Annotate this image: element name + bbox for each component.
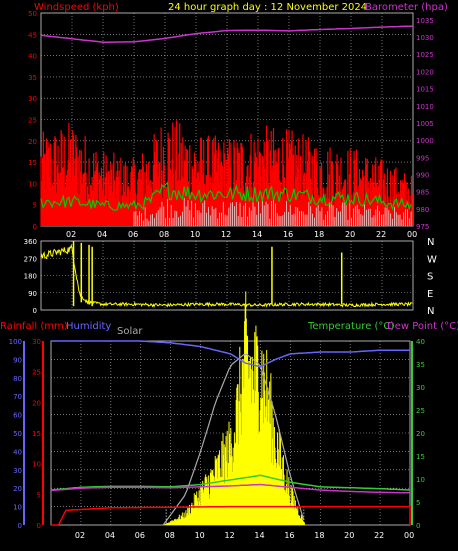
direction-panel: 090180270360 NWSEN [24,237,437,317]
barometer-y-tick: 995 [416,154,429,162]
rain-y-tick: 10 [32,461,41,469]
barometer-y-tick: 985 [416,189,429,197]
wind-panel: 0510152025303540455097598098599099510001… [28,10,434,239]
barometer-y-tick: 1015 [416,86,434,94]
humidity-y-tick: 20 [13,485,22,493]
wind-x-tick: 10 [190,230,200,239]
rain-y-tick: 0 [37,522,41,530]
wind-y-tick: 15 [28,159,37,167]
temperature-y-tick: 30 [416,384,425,392]
wind-y-tick: 25 [28,117,37,125]
rain-y-tick: 30 [32,338,41,346]
barometer-y-tick: 1020 [416,68,434,76]
barometer-y-tick: 1000 [416,137,434,145]
wind-y-tick: 5 [33,202,37,210]
rainfall-axis-title: Rainfall (mm) [0,321,68,332]
direction-y-tick: 360 [24,238,37,246]
wind-x-tick: 20 [345,230,355,239]
humidity-y-tick: 0 [18,522,22,530]
wind-x-tick: 14 [252,230,262,239]
temperature-y-tick: 15 [416,453,425,461]
temp-x-tick: 10 [195,531,205,540]
humidity-y-tick: 40 [13,448,22,456]
humidity-y-tick: 50 [13,430,22,438]
wind-x-tick: 12 [221,230,231,239]
rain-y-tick: 15 [32,430,41,438]
direction-y-tick: 0 [33,307,37,315]
chart-title: 24 hour graph day : 12 November 2024 [168,2,367,13]
temperature-y-tick: 5 [416,499,420,507]
compass-label: N [427,306,434,317]
temperature-y-tick: 20 [416,430,425,438]
wind-y-tick: 0 [33,223,37,231]
humidity-y-tick: 100 [9,338,22,346]
barometer-y-tick: 990 [416,171,429,179]
rain-y-tick: 5 [37,491,41,499]
solar-axis-title: Solar [117,326,143,337]
wind-x-tick: 02 [66,230,76,239]
humidity-y-tick: 70 [13,393,22,401]
wind-y-tick: 20 [28,138,37,146]
temp-x-tick: 04 [105,531,115,540]
temp-x-tick: 00 [404,531,414,540]
humidity-y-tick: 80 [13,375,22,383]
humidity-y-tick: 30 [13,467,22,475]
weather-chart: Windspeed (kph) 24 hour graph day : 12 N… [0,2,458,540]
wind-y-tick: 30 [28,95,37,103]
temp-x-tick: 22 [374,531,384,540]
barometer-y-tick: 1005 [416,120,434,128]
temp-x-tick: 08 [165,531,175,540]
temp-x-tick: 12 [225,531,235,540]
temperature-y-tick: 35 [416,361,425,369]
temp-x-tick: 06 [135,531,145,540]
wind-x-tick: 00 [407,230,417,239]
wind-x-tick: 04 [97,230,107,239]
direction-y-tick: 270 [24,255,37,263]
barometer-y-tick: 1030 [416,34,434,42]
compass-label: S [427,272,433,283]
humidity-y-tick: 60 [13,412,22,420]
humidity-y-tick: 90 [13,356,22,364]
barometer-y-tick: 1010 [416,103,434,111]
wind-x-tick: 18 [314,230,324,239]
temperature-axis-title: Temperature (°C) [307,321,394,332]
rain-y-tick: 20 [32,399,41,407]
temperature-y-tick: 0 [416,522,420,530]
wind-y-tick: 50 [28,10,37,18]
temperature-y-tick: 10 [416,476,425,484]
wind-y-tick: 45 [28,31,37,39]
direction-y-tick: 180 [24,273,37,281]
wind-x-tick: 22 [376,230,386,239]
dewpoint-axis-title: Dew Point (°C) [387,321,458,332]
barometer-y-tick: 975 [416,223,429,231]
compass-label: E [427,289,433,300]
compass-label: N [427,237,434,248]
wind-y-tick: 40 [28,53,37,61]
direction-y-tick: 90 [28,290,37,298]
wind-y-tick: 10 [28,180,37,188]
windspeed-axis-title: Windspeed (kph) [34,2,119,13]
barometer-y-tick: 1035 [416,17,434,25]
temp-x-tick: 16 [284,531,294,540]
barometer-axis-title: Barometer (hpa) [365,2,448,13]
wind-x-tick: 06 [128,230,138,239]
temp-x-tick: 14 [254,531,264,540]
barometer-y-tick: 980 [416,206,429,214]
temp-x-tick: 18 [314,531,324,540]
compass-label: W [427,254,437,265]
wind-y-tick: 35 [28,74,37,82]
rain-y-tick: 25 [32,369,41,377]
temp-x-tick: 20 [344,531,354,540]
barometer-y-tick: 1025 [416,51,434,59]
humidity-axis-title: Humidity [66,321,111,332]
temp-x-tick: 02 [75,531,85,540]
temperature-y-tick: 40 [416,338,425,346]
humidity-y-tick: 10 [13,504,22,512]
wind-x-tick: 08 [159,230,169,239]
wind-x-tick: 16 [283,230,293,239]
temperature-y-tick: 25 [416,407,425,415]
